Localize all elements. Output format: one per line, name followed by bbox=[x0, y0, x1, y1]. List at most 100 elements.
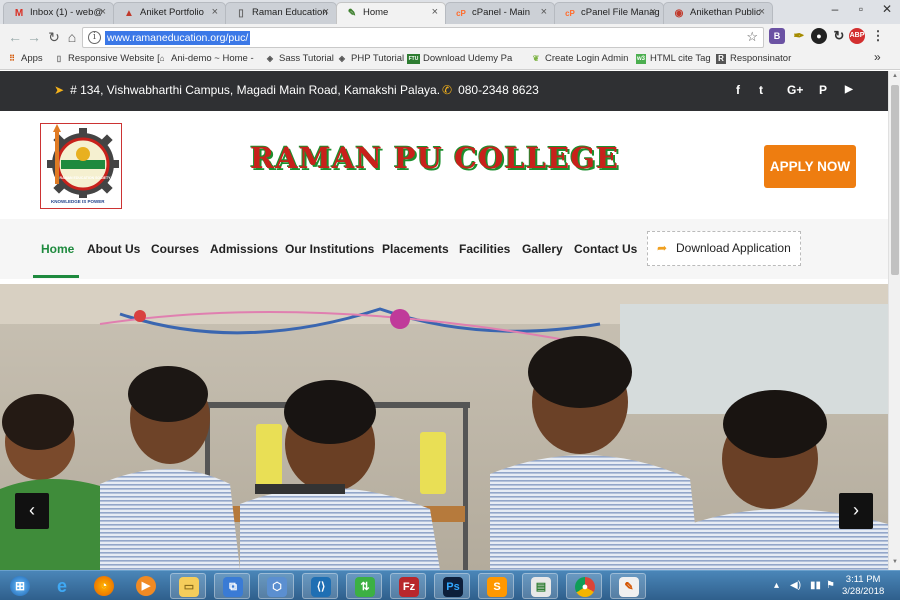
google-plus-icon[interactable]: G+ bbox=[787, 83, 803, 97]
address-info: ➤ # 134, Vishwabharthi Campus, Magadi Mai… bbox=[54, 83, 440, 97]
taskbar-sync[interactable]: ⇅ bbox=[346, 573, 382, 599]
info-icon[interactable]: i bbox=[88, 31, 101, 44]
browser-tab-active[interactable]: ✎ Home × bbox=[336, 2, 446, 24]
nav-about-us[interactable]: About Us bbox=[87, 242, 140, 256]
bookmark-label: Responsinator bbox=[730, 53, 792, 64]
tray-expand-icon[interactable]: ▴ bbox=[774, 580, 779, 591]
slider-prev-button[interactable]: ‹ bbox=[15, 493, 49, 529]
browser-tab[interactable]: cP cPanel File Manag × bbox=[554, 2, 664, 24]
bookmark-item[interactable]: ◈ Sass Tutorial bbox=[265, 53, 334, 64]
nav-courses[interactable]: Courses bbox=[151, 242, 199, 256]
bookmark-item[interactable]: R Responsinator bbox=[716, 53, 791, 64]
back-button[interactable]: ← bbox=[6, 28, 24, 46]
close-tab-icon[interactable]: × bbox=[759, 6, 765, 18]
apply-now-button[interactable]: APPLY NOW bbox=[764, 145, 856, 188]
taskbar-app[interactable]: ⧉ bbox=[214, 573, 250, 599]
bookmark-item[interactable]: ▯ Responsive Website [ bbox=[54, 53, 160, 64]
youtube-icon[interactable]: ▶ bbox=[845, 84, 853, 95]
taskbar-paint[interactable]: ✎ bbox=[610, 573, 646, 599]
eyedropper-icon[interactable]: ✒ bbox=[791, 28, 807, 44]
volume-icon[interactable]: ◀) bbox=[790, 580, 801, 591]
tab-title: Inbox (1) - web@ bbox=[30, 7, 104, 18]
action-center-flag-icon[interactable]: ⚑ bbox=[826, 580, 835, 591]
address-bar[interactable]: i www.ramaneducation.org/puc/ ☆ bbox=[82, 27, 764, 48]
udemy-icon: FTU bbox=[407, 54, 420, 64]
taskbar-photoshop[interactable]: Ps bbox=[434, 573, 470, 599]
more-bookmarks-button[interactable]: » bbox=[874, 50, 881, 64]
nav-home[interactable]: Home bbox=[41, 242, 74, 256]
browser-tab-strip: M Inbox (1) - web@ × ▲ Aniket Portfolio … bbox=[0, 0, 900, 24]
slider-next-button[interactable]: › bbox=[839, 493, 873, 529]
bookmark-item[interactable]: ◈ PHP Tutorial bbox=[337, 53, 404, 64]
taskbar-tool[interactable]: ▤ bbox=[522, 573, 558, 599]
scrollbar-thumb[interactable] bbox=[891, 85, 899, 275]
facebook-icon[interactable]: f bbox=[736, 83, 740, 97]
bookmark-star-icon[interactable]: ☆ bbox=[746, 29, 758, 45]
tab-title: Aniket Portfolio bbox=[140, 7, 204, 18]
browser-tab[interactable]: ▯ Raman Education × bbox=[225, 2, 337, 24]
taskbar-explorer[interactable]: ▭ bbox=[170, 573, 206, 599]
taskbar-filezilla[interactable]: Fz bbox=[390, 573, 426, 599]
taskbar-sublime[interactable]: S bbox=[478, 573, 514, 599]
reload-button[interactable]: ↻ bbox=[45, 28, 63, 46]
nav-gallery[interactable]: Gallery bbox=[522, 242, 563, 256]
close-tab-icon[interactable]: × bbox=[100, 6, 106, 18]
taskbar-media[interactable]: ▶ bbox=[128, 573, 164, 599]
extension-b-icon[interactable]: B bbox=[769, 28, 785, 44]
close-tab-icon[interactable]: × bbox=[323, 6, 329, 18]
bookmark-item[interactable]: FTU Download Udemy Pa bbox=[407, 53, 512, 64]
bookmark-item[interactable]: ❦ Create Login Admin bbox=[531, 53, 629, 64]
download-application-button[interactable]: ➦ Download Application bbox=[647, 231, 801, 266]
cpanel-icon: cP bbox=[456, 9, 466, 18]
cube-icon: ⬡ bbox=[267, 577, 287, 597]
browser-tab[interactable]: ▲ Aniket Portfolio × bbox=[113, 2, 226, 24]
taskbar-chrome[interactable]: ● bbox=[566, 573, 602, 599]
browser-tab[interactable]: cP cPanel - Main × bbox=[445, 2, 555, 24]
start-button[interactable]: ⊞ bbox=[2, 573, 38, 599]
chart-tool-icon: ▤ bbox=[531, 577, 551, 597]
nav-facilities[interactable]: Facilities bbox=[459, 242, 510, 256]
nav-placements[interactable]: Placements bbox=[382, 242, 449, 256]
close-tab-icon[interactable]: × bbox=[541, 6, 547, 18]
minimize-window-button[interactable]: – bbox=[822, 0, 848, 20]
forward-button[interactable]: → bbox=[25, 28, 43, 46]
close-tab-icon[interactable]: × bbox=[212, 6, 218, 18]
close-window-button[interactable]: ✕ bbox=[874, 0, 900, 20]
close-tab-icon[interactable]: × bbox=[650, 6, 656, 18]
bookmark-item[interactable]: ⠿ Apps bbox=[7, 53, 43, 64]
sublime-text-icon: S bbox=[487, 577, 507, 597]
network-tray-icon[interactable]: ▮▮ bbox=[810, 580, 821, 591]
bookmark-item[interactable]: w3 HTML cite Tag bbox=[636, 53, 711, 64]
scroll-down-icon[interactable]: ▼ bbox=[891, 559, 899, 567]
extension-dark-icon[interactable]: ● bbox=[811, 28, 827, 44]
home-button[interactable]: ⌂ bbox=[63, 28, 81, 46]
taskbar-virtualbox[interactable]: ⬡ bbox=[258, 573, 294, 599]
bookmark-item[interactable]: ⌂ Ani-demo ~ Home - bbox=[157, 53, 254, 64]
system-clock[interactable]: 3:11 PM 3/28/2018 bbox=[842, 574, 884, 598]
browser-tab[interactable]: M Inbox (1) - web@ × bbox=[3, 2, 114, 24]
tab-title: cPanel - Main bbox=[472, 7, 531, 18]
adblock-icon[interactable]: ABP bbox=[849, 28, 865, 44]
college-logo[interactable]: KNOWLEDGE IS POWER RAMAN EDUCATION SOCIE… bbox=[40, 123, 122, 209]
browser-tab[interactable]: ◉ Anikethan Public × bbox=[663, 2, 773, 24]
taskbar-ie[interactable]: e bbox=[44, 573, 80, 599]
diamond-icon: ◈ bbox=[338, 54, 346, 63]
nav-contact-us[interactable]: Contact Us bbox=[574, 242, 637, 256]
taskbar-vscode[interactable]: ⟨⟩ bbox=[302, 573, 338, 599]
scroll-up-icon[interactable]: ▲ bbox=[891, 73, 899, 81]
menu-icon[interactable]: ⋮ bbox=[870, 28, 886, 44]
contact-topbar: ➤ # 134, Vishwabharthi Campus, Magadi Mai… bbox=[0, 71, 888, 111]
pinterest-icon[interactable]: P bbox=[819, 83, 827, 97]
logo-motto: KNOWLEDGE IS POWER bbox=[51, 199, 105, 204]
taskbar-firefox[interactable]: ◔ bbox=[86, 573, 122, 599]
nav-admissions[interactable]: Admissions bbox=[210, 242, 278, 256]
paint-icon: ✎ bbox=[619, 577, 639, 597]
close-tab-icon[interactable]: × bbox=[432, 6, 438, 18]
page-scrollbar[interactable]: ▲ ▼ bbox=[888, 71, 900, 570]
twitter-icon[interactable]: t bbox=[759, 83, 763, 97]
url-text[interactable]: www.ramaneducation.org/puc/ bbox=[105, 31, 251, 45]
nav-our-institutions[interactable]: Our Institutions bbox=[285, 242, 374, 256]
refresh-extension-icon[interactable]: ↻ bbox=[831, 28, 847, 44]
plant-icon: ❦ bbox=[532, 54, 540, 63]
maximize-window-button[interactable]: ▫ bbox=[848, 0, 874, 20]
